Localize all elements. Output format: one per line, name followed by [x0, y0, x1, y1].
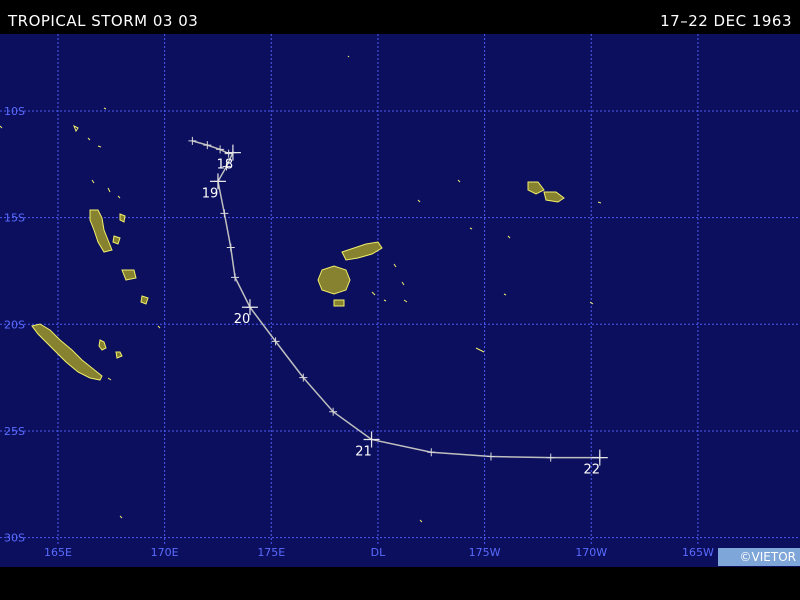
longitude-label: DL	[371, 546, 386, 559]
day-label: 19	[202, 186, 219, 201]
longitude-label: 175W	[469, 546, 501, 559]
latitude-label: 15S	[4, 212, 25, 225]
land-fiji-small-1	[333, 299, 345, 307]
latitude-label: 25S	[4, 425, 25, 438]
day-label: 18	[217, 158, 234, 173]
ocean-background	[0, 34, 800, 567]
latitude-label: 10S	[4, 105, 25, 118]
longitude-label: 170E	[151, 546, 179, 559]
longitude-label: 170W	[575, 546, 607, 559]
land-vanuatu-small-4	[119, 213, 126, 223]
longitude-label: 175E	[257, 546, 285, 559]
longitude-label: 165W	[682, 546, 714, 559]
latitude-label: 20S	[4, 318, 25, 331]
credit-badge: ©VIETOR	[718, 548, 800, 566]
footer-bar	[0, 567, 800, 600]
storm-track-map: 165E 170E 175E DL 175W 170W 165W 10S 15S 20S 25S 30…	[0, 34, 800, 567]
day-label: 21	[355, 444, 372, 459]
longitude-label: 165E	[44, 546, 72, 559]
land-fiji-viti-levu	[317, 265, 351, 295]
latitude-label: 30S	[4, 532, 25, 545]
day-label: 22	[584, 463, 601, 478]
day-label: 20	[234, 312, 251, 327]
islet-9	[347, 55, 350, 58]
